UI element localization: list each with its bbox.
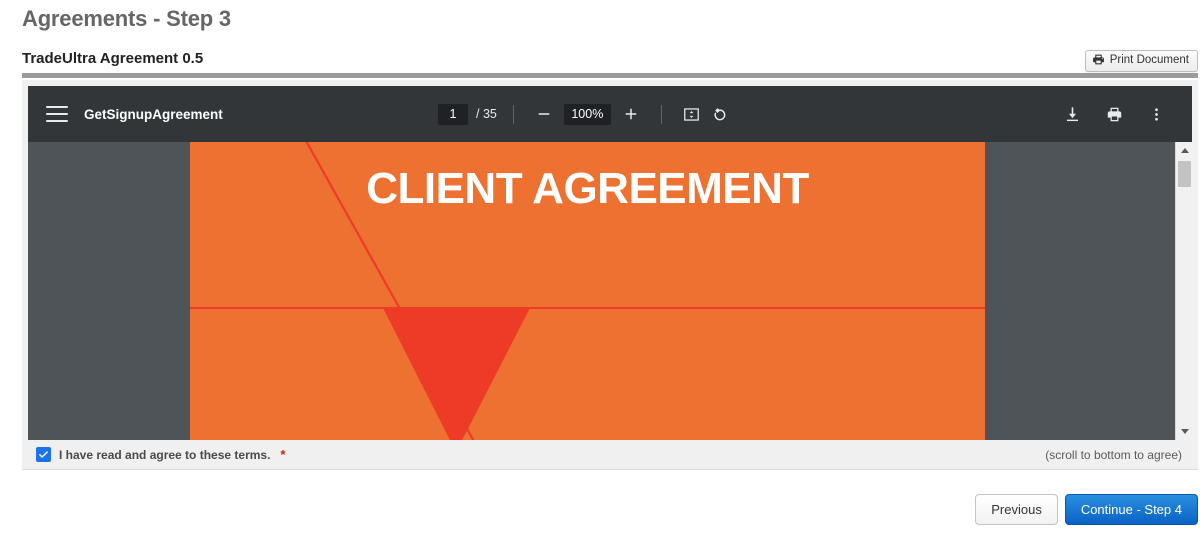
pdf-toolbar-center: 1 / 35 100% [438,100,1058,128]
agreement-checkbox-group: I have read and agree to these terms. * [36,447,285,462]
pdf-viewer: GetSignupAgreement 1 / 35 100% CLIENT AG… [28,86,1192,440]
print-document-label: Print Document [1109,54,1189,67]
required-marker: * [280,447,286,462]
zoom-level-input[interactable]: 100% [563,103,611,125]
pdf-page-heading: CLIENT AGREEMENT [366,164,809,213]
agreement-subtitle: TradeUltra Agreement 0.5 [22,50,204,67]
zoom-out-button[interactable] [530,100,558,128]
scroll-to-bottom-hint: (scroll to bottom to agree) [1045,447,1182,462]
fit-to-page-icon[interactable] [678,100,706,128]
scroll-up-arrow-icon[interactable] [1176,142,1192,159]
toolbar-divider [512,104,514,124]
agree-terms-checkbox[interactable] [36,447,51,462]
more-options-icon[interactable] [1142,100,1170,128]
zoom-in-button[interactable] [617,100,645,128]
pdf-toolbar-right [1058,100,1192,128]
pdf-document-area[interactable]: CLIENT AGREEMENT [28,142,1192,440]
continue-step-4-button[interactable]: Continue - Step 4 [1064,494,1198,525]
rotate-counterclockwise-icon[interactable] [706,100,734,128]
scroll-down-arrow-icon[interactable] [1176,423,1192,440]
hamburger-menu-icon[interactable] [46,106,68,122]
agreement-bar: I have read and agree to these terms. * … [22,440,1198,470]
previous-button[interactable]: Previous [975,494,1058,525]
pdf-vertical-scrollbar[interactable] [1175,142,1192,440]
page-number-input[interactable]: 1 [438,103,468,125]
checkmark-icon [39,451,48,458]
agree-terms-label: I have read and agree to these terms. [59,447,271,462]
pdf-viewer-container: GetSignupAgreement 1 / 35 100% CLIENT AG… [22,80,1198,440]
footer-actions: Previous Continue - Step 4 [975,494,1198,525]
pdf-document-name: GetSignupAgreement [84,106,223,122]
pdf-page-1: CLIENT AGREEMENT [190,142,985,440]
page-title: Agreements - Step 3 [22,6,231,31]
toolbar-divider-2 [660,104,662,124]
agreements-step-3-page: Agreements - Step 3 TradeUltra Agreement… [0,0,1204,541]
printer-icon [1092,53,1105,69]
download-icon[interactable] [1058,100,1086,128]
page-total-label: / 35 [476,107,497,121]
print-icon[interactable] [1100,100,1128,128]
header-divider [22,73,1198,78]
pdf-toolbar-left: GetSignupAgreement [28,106,438,122]
pdf-toolbar: GetSignupAgreement 1 / 35 100% [28,86,1192,142]
scrollbar-thumb[interactable] [1178,161,1191,187]
print-document-button[interactable]: Print Document [1084,50,1198,72]
